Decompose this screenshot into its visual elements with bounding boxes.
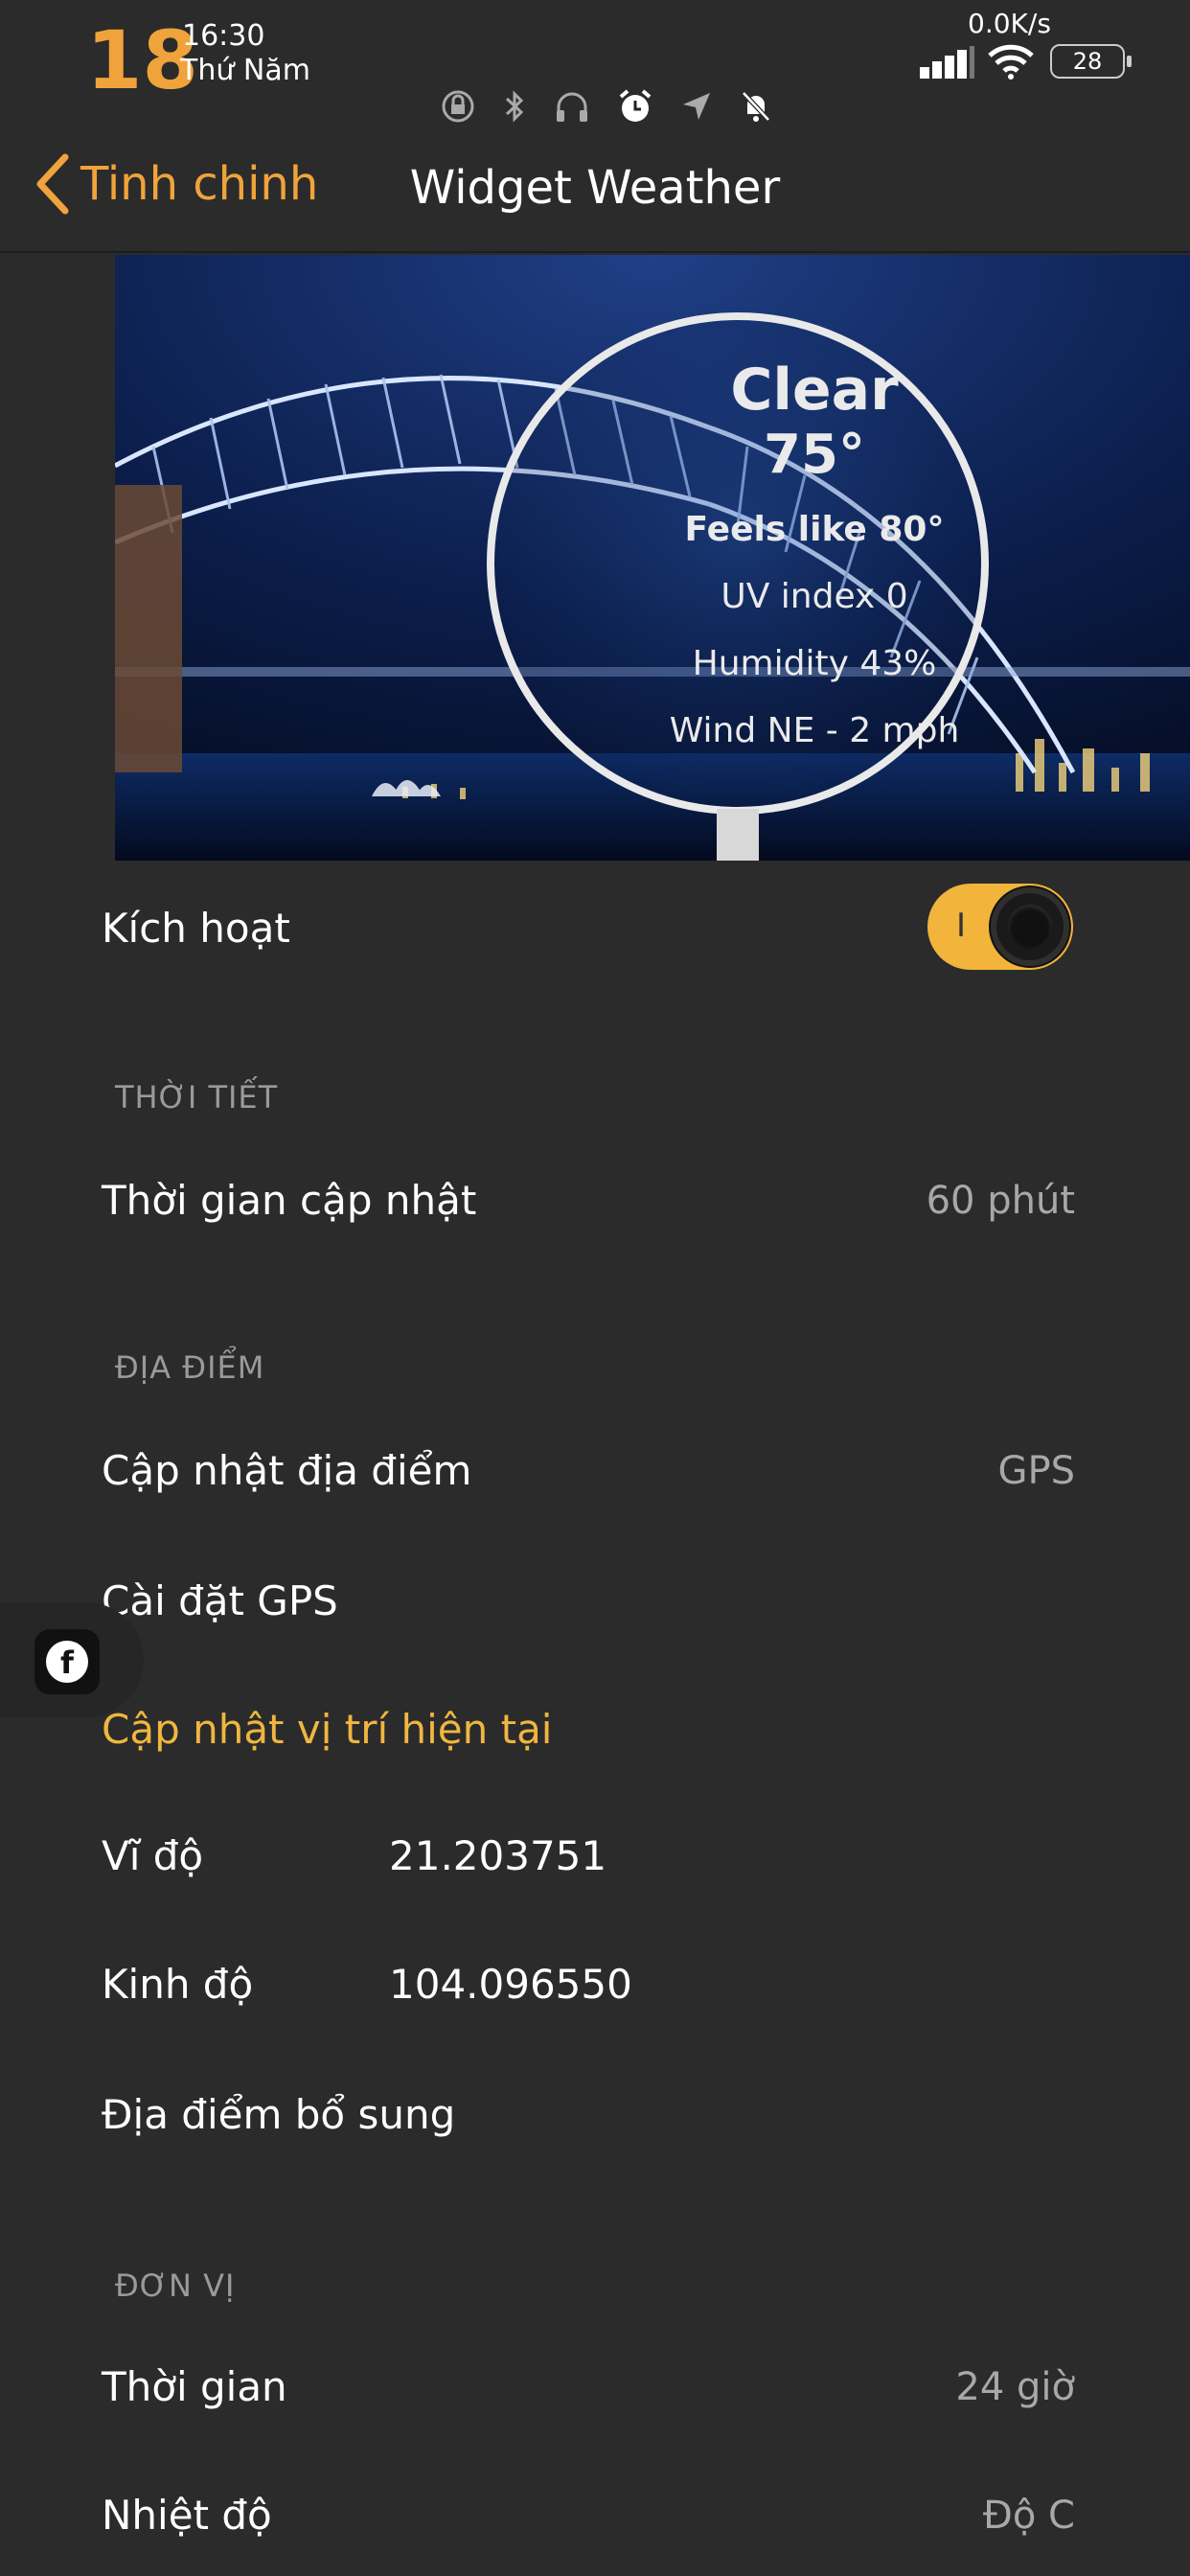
weather-uv: UV index 0 xyxy=(721,577,908,616)
section-header-location: ĐỊA ĐIỂM xyxy=(115,1349,265,1386)
status-time: 16:30 xyxy=(182,19,265,53)
headphones-icon xyxy=(557,92,587,122)
facebook-icon[interactable]: f xyxy=(34,1629,100,1694)
location-update-label[interactable]: Cập nhật địa điểm xyxy=(102,1447,471,1494)
enable-label: Kích hoạt xyxy=(102,905,290,952)
lock-rotation-icon xyxy=(442,90,474,123)
nav-divider xyxy=(0,251,1190,253)
location-arrow-icon xyxy=(683,93,710,120)
battery-tip xyxy=(1127,56,1132,67)
section-header-units: ĐƠN VỊ xyxy=(115,2267,236,2304)
status-icons xyxy=(441,88,772,125)
night-bridge-image xyxy=(115,255,1190,861)
longitude-label: Kinh độ xyxy=(102,1961,254,2008)
temperature-unit-value[interactable]: Độ C xyxy=(983,2494,1075,2538)
time-format-value[interactable]: 24 giờ xyxy=(955,2365,1075,2409)
latitude-value: 21.203751 xyxy=(389,1832,607,1879)
signal-icon xyxy=(920,46,974,79)
weather-temperature: 75° xyxy=(764,424,865,486)
weather-feels-like: Feels like 80° xyxy=(684,510,945,549)
latitude-label: Vĩ độ xyxy=(102,1832,204,1879)
weather-humidity: Humidity 43% xyxy=(692,644,937,683)
wifi-icon xyxy=(988,44,1034,80)
status-weekday: Thứ Năm xyxy=(180,54,310,87)
facebook-glyph: f xyxy=(46,1641,88,1683)
update-interval-label[interactable]: Thời gian cập nhật xyxy=(102,1177,476,1224)
weather-condition: Clear xyxy=(730,356,899,424)
refresh-location-link[interactable]: Cập nhật vị trí hiện tại xyxy=(102,1706,552,1753)
weather-wind: Wind NE - 2 mph xyxy=(669,711,960,750)
battery-indicator: 28 xyxy=(1050,44,1125,79)
toggle-knob xyxy=(991,887,1069,966)
bluetooth-icon xyxy=(505,90,524,123)
gps-settings-item[interactable]: Cài đặt GPS xyxy=(102,1577,338,1624)
location-update-value[interactable]: GPS xyxy=(997,1449,1075,1493)
temperature-unit-label[interactable]: Nhiệt độ xyxy=(102,2492,272,2539)
silent-bell-icon xyxy=(742,91,770,122)
longitude-value: 104.096550 xyxy=(389,1961,632,2008)
weather-preview-banner: Clear 75° Feels like 80° UV index 0 Humi… xyxy=(115,255,1190,861)
update-interval-value[interactable]: 60 phút xyxy=(927,1179,1075,1223)
enable-toggle[interactable]: I xyxy=(927,884,1073,970)
section-header-weather: THỜI TIẾT xyxy=(115,1079,279,1116)
time-format-label[interactable]: Thời gian xyxy=(102,2363,287,2410)
alarm-icon xyxy=(619,89,652,122)
network-speed: 0.0K/s xyxy=(968,8,1051,39)
extra-locations-item[interactable]: Địa điểm bổ sung xyxy=(102,2091,455,2138)
toggle-on-mark: I xyxy=(956,907,967,945)
page-title: Widget Weather xyxy=(409,161,781,215)
